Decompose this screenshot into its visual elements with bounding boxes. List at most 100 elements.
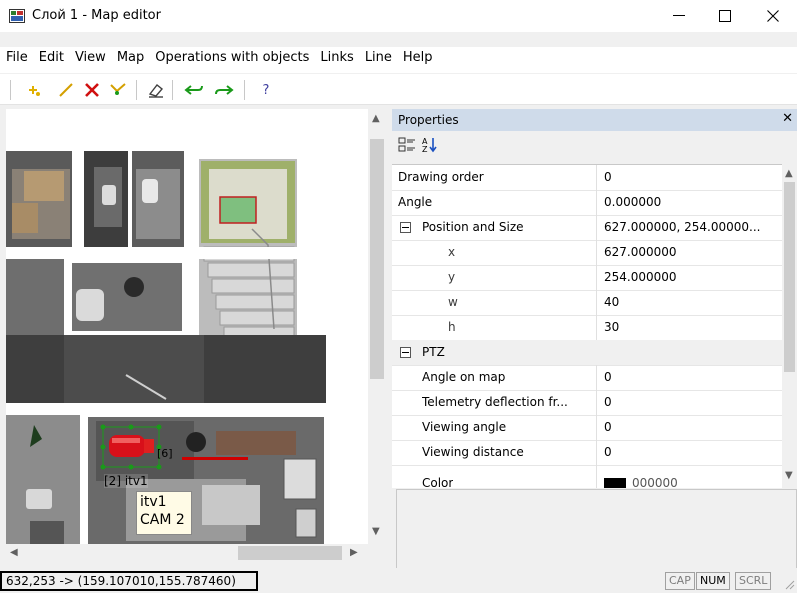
menu-operations-with-objects[interactable]: Operations with objects	[149, 47, 314, 70]
toolbar-separator	[136, 80, 137, 100]
draw-line-icon	[59, 83, 73, 97]
property-row[interactable]: Viewing distance 0	[392, 440, 782, 466]
property-value[interactable]: 0	[604, 445, 782, 459]
property-value[interactable]: 627.000000, 254.00000...	[604, 220, 782, 234]
map-canvas[interactable]: [6] [2] itv1 itv1 CAM 2	[6, 109, 368, 544]
menu-help[interactable]: Help	[397, 47, 438, 70]
property-name: Drawing order	[398, 170, 484, 184]
property-name: Angle on map	[422, 370, 506, 384]
map-horizontal-scroll-thumb[interactable]	[238, 546, 342, 560]
column-divider	[596, 215, 597, 240]
eraser-icon	[148, 84, 164, 98]
property-name: Position and Size	[422, 220, 524, 234]
add-object-button[interactable]	[24, 80, 44, 100]
map-editor-app-icon	[9, 9, 25, 23]
add-object-icon	[29, 86, 40, 96]
property-grid-scroll-thumb[interactable]	[784, 182, 795, 372]
menu-view[interactable]: View	[69, 47, 111, 70]
property-value[interactable]: 0.000000	[604, 195, 782, 209]
caps-lock-indicator: CAP	[665, 572, 695, 590]
toolbar: ?	[0, 74, 797, 105]
property-name: Viewing angle	[422, 420, 507, 434]
property-name: Angle	[398, 195, 433, 209]
property-name: y	[448, 270, 456, 284]
scroll-right-arrow-icon[interactable]: ▶	[350, 547, 358, 558]
title-bar: Слой 1 - Map editor	[0, 0, 797, 32]
resize-grip-icon[interactable]	[783, 578, 795, 590]
map-vertical-scroll-thumb[interactable]	[370, 139, 384, 379]
property-row[interactable]: Telemetry deflection fr... 0	[392, 390, 782, 416]
column-divider	[596, 265, 597, 290]
menu-file[interactable]: File	[0, 47, 33, 70]
scroll-up-arrow-icon[interactable]: ▲	[785, 168, 793, 179]
eraser-button[interactable]	[146, 80, 166, 100]
property-value[interactable]: 0	[604, 395, 782, 409]
property-value[interactable]: 254.000000	[604, 270, 782, 284]
category-name: PTZ	[422, 345, 445, 359]
select-points-icon	[110, 83, 126, 95]
property-row[interactable]: Drawing order 0	[392, 165, 782, 191]
collapse-icon[interactable]	[400, 222, 411, 233]
property-value[interactable]: 0	[604, 370, 782, 384]
column-divider	[596, 240, 597, 265]
map-horizontal-scrollbar[interactable]: ◀ ▶	[6, 544, 368, 562]
scroll-down-arrow-icon[interactable]: ▼	[372, 526, 380, 537]
color-swatch[interactable]	[604, 478, 626, 488]
menu-line[interactable]: Line	[359, 47, 397, 70]
delete-icon	[85, 83, 99, 97]
property-value[interactable]: 0	[604, 170, 782, 184]
property-name: Telemetry deflection fr...	[422, 395, 568, 409]
property-grid-scrollbar[interactable]: ▲ ▼	[782, 164, 797, 487]
delete-button[interactable]	[82, 80, 102, 100]
property-row-color[interactable]: Color 000000	[392, 465, 782, 488]
property-description-box	[396, 489, 797, 569]
close-button[interactable]	[750, 0, 796, 32]
collapse-icon[interactable]	[400, 347, 411, 358]
redo-button[interactable]	[214, 80, 234, 100]
property-value[interactable]: 40	[604, 295, 782, 309]
maximize-icon	[719, 10, 731, 22]
scroll-up-arrow-icon[interactable]: ▲	[372, 113, 380, 124]
properties-toolbar: AZ	[392, 131, 797, 159]
menu-map[interactable]: Map	[111, 47, 149, 70]
categorized-view-button[interactable]	[398, 137, 416, 156]
scroll-left-arrow-icon[interactable]: ◀	[10, 547, 18, 558]
minimize-button[interactable]	[656, 0, 702, 32]
property-value[interactable]: 627.000000	[604, 245, 782, 259]
property-value[interactable]: 0	[604, 420, 782, 434]
property-row[interactable]: y 254.000000	[392, 265, 782, 291]
categorized-icon	[398, 137, 415, 152]
property-row-position-and-size[interactable]: Position and Size 627.000000, 254.00000.…	[392, 215, 782, 241]
menu-edit[interactable]: Edit	[33, 47, 69, 70]
property-value[interactable]: 30	[604, 320, 782, 334]
draw-line-button[interactable]	[56, 80, 76, 100]
property-row[interactable]: Angle on map 0	[392, 365, 782, 391]
property-name: w	[448, 295, 458, 309]
property-row[interactable]: Angle 0.000000	[392, 190, 782, 216]
property-row[interactable]: w 40	[392, 290, 782, 316]
select-points-button[interactable]	[108, 80, 128, 100]
num-lock-indicator: NUM	[696, 572, 730, 590]
property-row[interactable]: x 627.000000	[392, 240, 782, 266]
property-row[interactable]: h 30	[392, 315, 782, 341]
property-value[interactable]: 000000	[632, 476, 782, 488]
toolbar-separator	[172, 80, 173, 100]
scroll-down-arrow-icon[interactable]: ▼	[785, 470, 793, 481]
property-row[interactable]: Viewing angle 0	[392, 415, 782, 441]
properties-title: Properties	[398, 113, 459, 127]
property-name: Viewing distance	[422, 445, 524, 459]
alphabetical-sort-button[interactable]: AZ	[422, 136, 438, 157]
property-category-ptz[interactable]: PTZ	[392, 340, 782, 366]
scroll-lock-indicator: SCRL	[735, 572, 772, 590]
tooltip-line-1: itv1	[140, 494, 167, 510]
column-divider	[596, 440, 597, 465]
undo-button[interactable]	[184, 80, 204, 100]
maximize-button[interactable]	[702, 0, 748, 32]
menu-links[interactable]: Links	[314, 47, 358, 70]
camera-tooltip: itv1 CAM 2	[136, 491, 192, 535]
property-grid: Drawing order 0 Angle 0.000000 Position …	[392, 164, 782, 488]
help-button[interactable]: ?	[256, 80, 276, 100]
map-vertical-scrollbar[interactable]: ▲ ▼	[368, 109, 386, 544]
properties-close-icon[interactable]: ✕	[782, 111, 793, 126]
camera-label: [2] itv1	[104, 474, 148, 488]
